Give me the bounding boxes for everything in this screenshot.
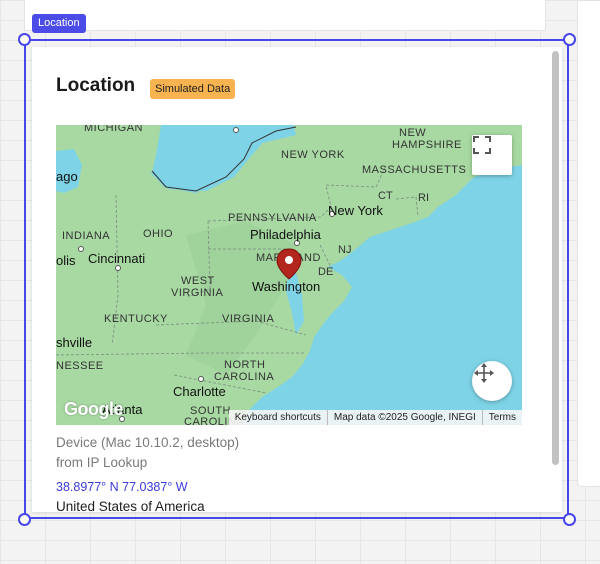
resize-handle-top-left[interactable] (18, 33, 31, 46)
selection-frame (24, 39, 569, 519)
resize-handle-bottom-left[interactable] (18, 513, 31, 526)
selection-label: Location (32, 14, 86, 33)
side-panel (577, 0, 600, 487)
resize-handle-top-right[interactable] (563, 33, 576, 46)
resize-handle-bottom-right[interactable] (563, 513, 576, 526)
background-card (24, 0, 546, 31)
